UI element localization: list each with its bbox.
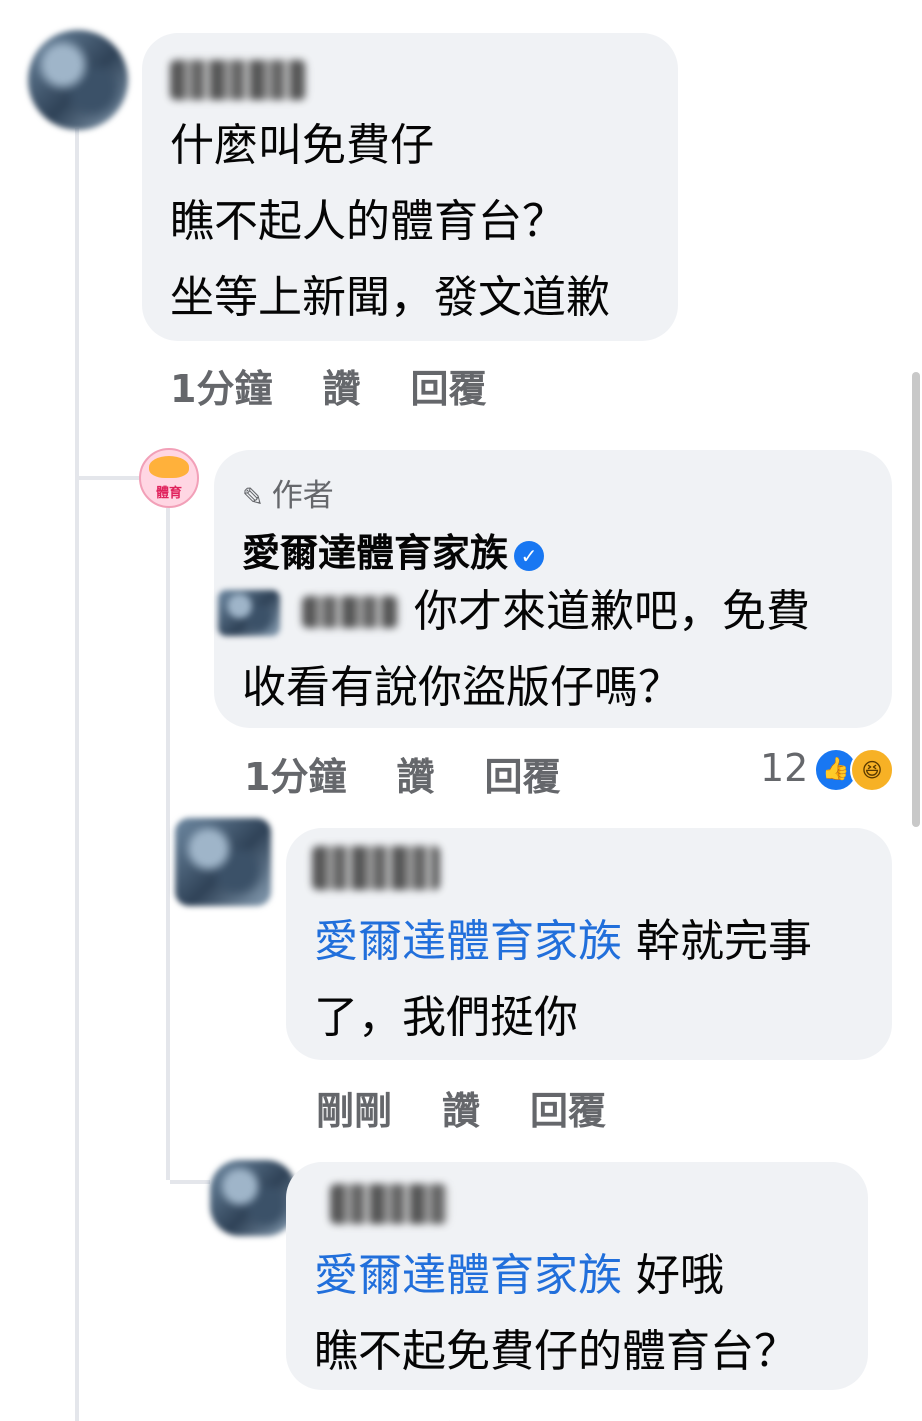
comment-meta: 剛剛 讚 回覆 [316,1080,656,1135]
commenter-name-blurred[interactable] [170,60,306,100]
author-badge: ✎ 作者 [242,470,334,515]
author-tag-label: 作者 [271,478,334,514]
comment-line: 愛爾達體育家族 好哦 [314,1250,724,1301]
comment-text: 愛爾達體育家族 幹就完事 了，我們挺你 [314,904,812,1056]
author-name-text: 愛爾達體育家族 [242,531,509,575]
author-name[interactable]: 愛爾達體育家族 ✓ [242,522,545,577]
comment-line: 你才來道歉吧，免費 [414,586,810,637]
author-comment-meta: 1分鐘 讚 回覆 [244,746,610,801]
like-button[interactable]: 讚 [442,1089,480,1133]
verified-icon: ✓ [514,540,545,571]
comment-text: 愛爾達體育家族 好哦 瞧不起免費仔的體育台？ [314,1238,798,1390]
page-logo-label: 體育 [155,486,182,501]
reaction-count[interactable]: 12 [760,746,808,790]
thread-connector-reply4 [170,1180,210,1184]
reply-button[interactable]: 回覆 [410,367,486,411]
mention-link[interactable]: 愛爾達體育家族 [314,1250,622,1301]
haha-icon: 😆 [850,748,894,792]
commenter-avatar[interactable] [175,818,271,906]
commenter-name-blurred[interactable] [312,846,440,890]
comment-line: 什麼叫免費仔 [170,120,434,171]
reply-button[interactable]: 回覆 [484,755,560,799]
comment-line: 瞧不起免費仔的體育台？ [314,1326,798,1377]
comment-text: 什麼叫免費仔 瞧不起人的體育台？ 坐等上新聞，發文道歉 [170,108,610,336]
comment-line: 坐等上新聞，發文道歉 [170,272,610,323]
mention-link[interactable]: 愛爾達體育家族 [314,916,622,967]
commenter-avatar[interactable] [210,1160,296,1236]
thread-line-main [75,128,79,1421]
like-button[interactable]: 讚 [322,367,360,411]
comment-meta: 1分鐘 讚 回覆 [170,358,536,413]
page-logo-icon [149,456,189,478]
comment-time: 1分鐘 [244,755,347,799]
reply-button[interactable]: 回覆 [530,1089,606,1133]
comment-line: 瞧不起人的體育台？ [170,196,566,247]
thread-connector-author [79,476,141,480]
scrollbar[interactable] [912,372,920,827]
comment-line: 了，我們挺你 [314,992,578,1043]
comment-time: 1分鐘 [170,367,273,411]
pencil-icon: ✎ [242,483,264,513]
comment-line: 愛爾達體育家族 幹就完事 [314,916,812,967]
thread-line-author [166,508,170,1180]
commenter-avatar[interactable] [28,30,128,130]
comment-line: 收看有說你盜版仔嗎？ [242,662,682,713]
comment-time: 剛剛 [316,1089,393,1133]
page-avatar[interactable]: 體育 [139,448,199,508]
like-button[interactable]: 讚 [396,755,434,799]
comment-meta: 剛剛讚回覆 [316,1410,656,1421]
author-comment-text: 你才來道歉吧，免費 收看有說你盜版仔嗎？ [242,574,810,726]
commenter-name-blurred[interactable] [330,1184,448,1224]
